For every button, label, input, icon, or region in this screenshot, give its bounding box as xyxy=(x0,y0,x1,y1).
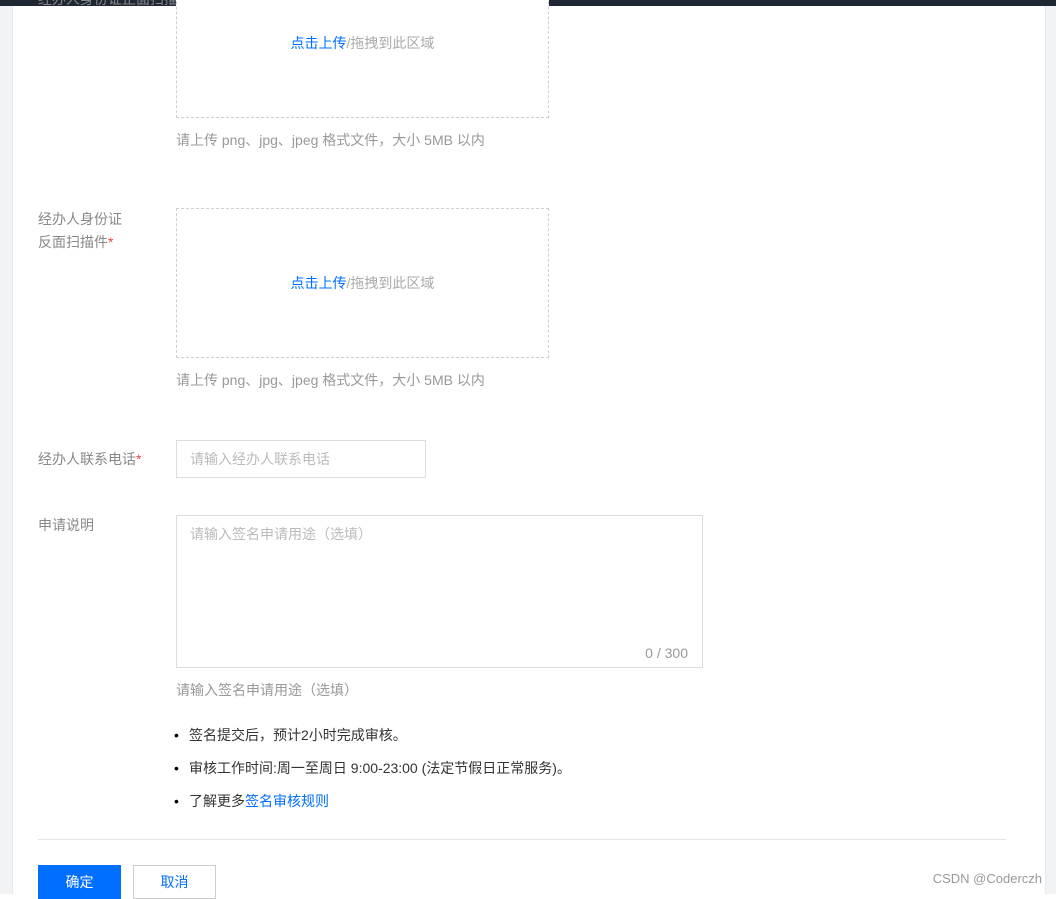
front-upload-link[interactable]: 点击上传 xyxy=(291,33,347,53)
front-upload-label: 经办人身份证正面扫描件 xyxy=(38,0,192,11)
back-upload-label-line1: 经办人身份证 xyxy=(38,211,122,227)
note-item: • 签名提交后，预计2小时完成审核。 xyxy=(174,724,571,757)
back-upload-label: 经办人身份证 反面扫描件* xyxy=(38,208,122,254)
right-scroll-edge xyxy=(1045,6,1056,894)
phone-label-text: 经办人联系电话 xyxy=(38,451,136,467)
front-upload-dropzone[interactable]: 点击上传/拖拽到此区域 xyxy=(176,0,549,118)
left-panel-edge xyxy=(0,6,13,894)
bullet-icon: • xyxy=(174,760,179,776)
front-upload-hint: 请上传 png、jpg、jpeg 格式文件，大小 5MB 以内 xyxy=(176,132,485,148)
back-upload-drag-text: /拖拽到此区域 xyxy=(346,275,435,291)
description-textarea-wrapper: 0 / 300 xyxy=(176,515,703,668)
back-upload-dropzone[interactable]: 点击上传/拖拽到此区域 xyxy=(176,208,549,358)
note-text: 了解更多 xyxy=(189,793,245,809)
notes-list: • 签名提交后，预计2小时完成审核。 • 审核工作时间:周一至周日 9:00-23:… xyxy=(174,724,571,823)
note-text: 签名提交后，预计2小时完成审核。 xyxy=(189,727,407,743)
back-upload-label-line2: 反面扫描件 xyxy=(38,234,108,250)
description-textarea[interactable] xyxy=(177,516,702,667)
phone-label: 经办人联系电话* xyxy=(38,448,141,471)
phone-input[interactable] xyxy=(176,440,426,478)
note-text: 审核工作时间:周一至周日 9:00-23:00 (法定节假日正常服务)。 xyxy=(189,760,571,776)
review-rules-link[interactable]: 签名审核规则 xyxy=(245,790,329,823)
bullet-icon: • xyxy=(174,727,179,743)
note-item: • 了解更多 签名审核规则 xyxy=(174,790,571,823)
description-hint: 请输入签名申请用途（选填） xyxy=(176,682,358,698)
divider xyxy=(38,839,1006,840)
note-item: • 审核工作时间:周一至周日 9:00-23:00 (法定节假日正常服务)。 xyxy=(174,757,571,790)
required-mark: * xyxy=(108,234,114,250)
back-upload-link[interactable]: 点击上传 xyxy=(291,273,347,293)
required-mark: * xyxy=(136,451,142,467)
back-upload-hint: 请上传 png、jpg、jpeg 格式文件，大小 5MB 以内 xyxy=(176,372,485,388)
description-label: 申请说明 xyxy=(38,517,94,533)
bullet-icon: • xyxy=(174,793,179,809)
char-counter: 0 / 300 xyxy=(645,645,688,661)
watermark: CSDN @Coderczh xyxy=(932,871,1042,886)
front-upload-drag-text: /拖拽到此区域 xyxy=(346,34,435,51)
